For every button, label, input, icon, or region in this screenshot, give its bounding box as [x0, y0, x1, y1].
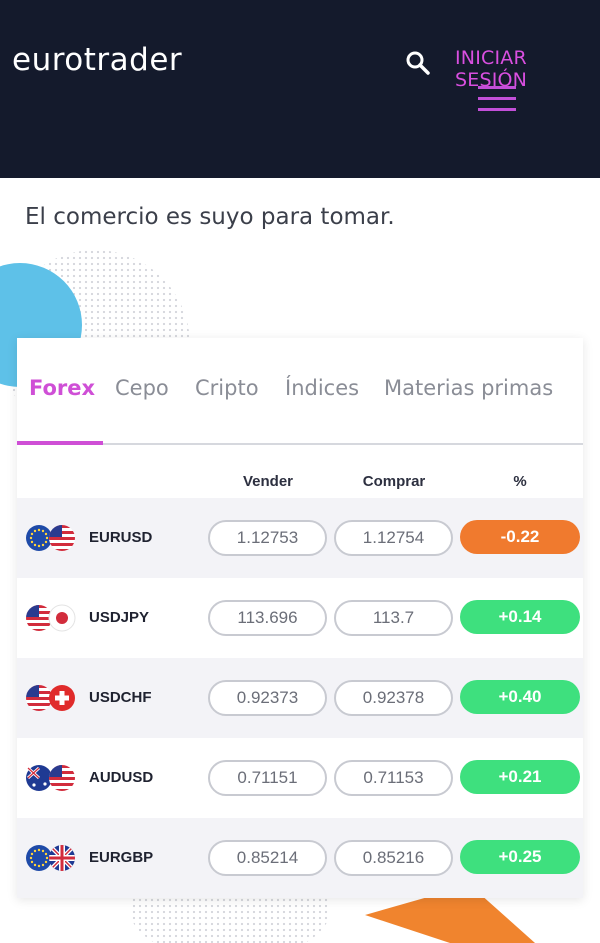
pair-label: EURGBP [89, 849, 154, 866]
active-tab-indicator [17, 441, 103, 445]
tab-cripto[interactable]: Cripto [195, 376, 259, 400]
sell-price-button[interactable]: 0.92373 [208, 680, 327, 716]
column-header-buy: Comprar [362, 473, 426, 490]
sell-price-button[interactable]: 0.71151 [208, 760, 327, 796]
table-row[interactable]: USDCHF 0.92373 0.92378 +0.40 [17, 658, 583, 738]
buy-price-button[interactable]: 0.71153 [334, 760, 453, 796]
logo[interactable]: eurotrader [12, 42, 182, 78]
column-header-percent: % [513, 473, 527, 490]
login-link[interactable]: INICIAR SESIÓN [455, 47, 600, 91]
market-card: Forex Cepo Cripto Índices Materias prima… [17, 338, 583, 898]
sell-price-button[interactable]: 0.85214 [208, 840, 327, 876]
percent-change-badge: -0.22 [460, 520, 580, 554]
market-tabs: Forex Cepo Cripto Índices Materias prima… [17, 338, 583, 445]
tab-forex[interactable]: Forex [29, 376, 95, 400]
top-header: eurotrader INICIAR SESIÓN [0, 0, 600, 178]
column-header-sell: Vender [242, 473, 294, 490]
pair-label: USDJPY [89, 609, 150, 626]
buy-price-button[interactable]: 1.12754 [334, 520, 453, 556]
pair-label: AUDUSD [89, 769, 154, 786]
au-us-flags-icon [26, 765, 75, 791]
tab-cepo[interactable]: Cepo [115, 376, 169, 400]
eu-gb-flags-icon [26, 845, 75, 871]
us-jp-flags-icon [26, 604, 76, 632]
table-row[interactable]: EURGBP 0.85214 0.85216 +0.25 [17, 818, 583, 898]
percent-change-badge: +0.40 [460, 680, 580, 714]
hamburger-menu-icon[interactable] [478, 86, 516, 112]
table-row[interactable]: EURUSD 1.12753 1.12754 -0.22 [17, 498, 583, 578]
buy-price-button[interactable]: 0.92378 [334, 680, 453, 716]
percent-change-badge: +0.14 [460, 600, 580, 634]
table-row[interactable]: AUDUSD 0.71151 0.71153 +0.21 [17, 738, 583, 818]
percent-change-badge: +0.25 [460, 840, 580, 874]
sell-price-button[interactable]: 113.696 [208, 600, 327, 636]
percent-change-badge: +0.21 [460, 760, 580, 794]
table-row[interactable]: USDJPY 113.696 113.7 +0.14 [17, 578, 583, 658]
search-icon[interactable] [405, 50, 431, 76]
tab-materias-primas[interactable]: Materias primas [384, 376, 553, 400]
pair-label: USDCHF [89, 689, 152, 706]
pair-label: EURUSD [89, 529, 153, 546]
sell-price-button[interactable]: 1.12753 [208, 520, 327, 556]
buy-price-button[interactable]: 0.85216 [334, 840, 453, 876]
us-ch-flags-icon [26, 685, 75, 711]
tab-indices[interactable]: Índices [285, 376, 359, 400]
tagline: El comercio es suyo para tomar. [25, 204, 395, 230]
eu-us-flags-icon [26, 525, 75, 551]
buy-price-button[interactable]: 113.7 [334, 600, 453, 636]
